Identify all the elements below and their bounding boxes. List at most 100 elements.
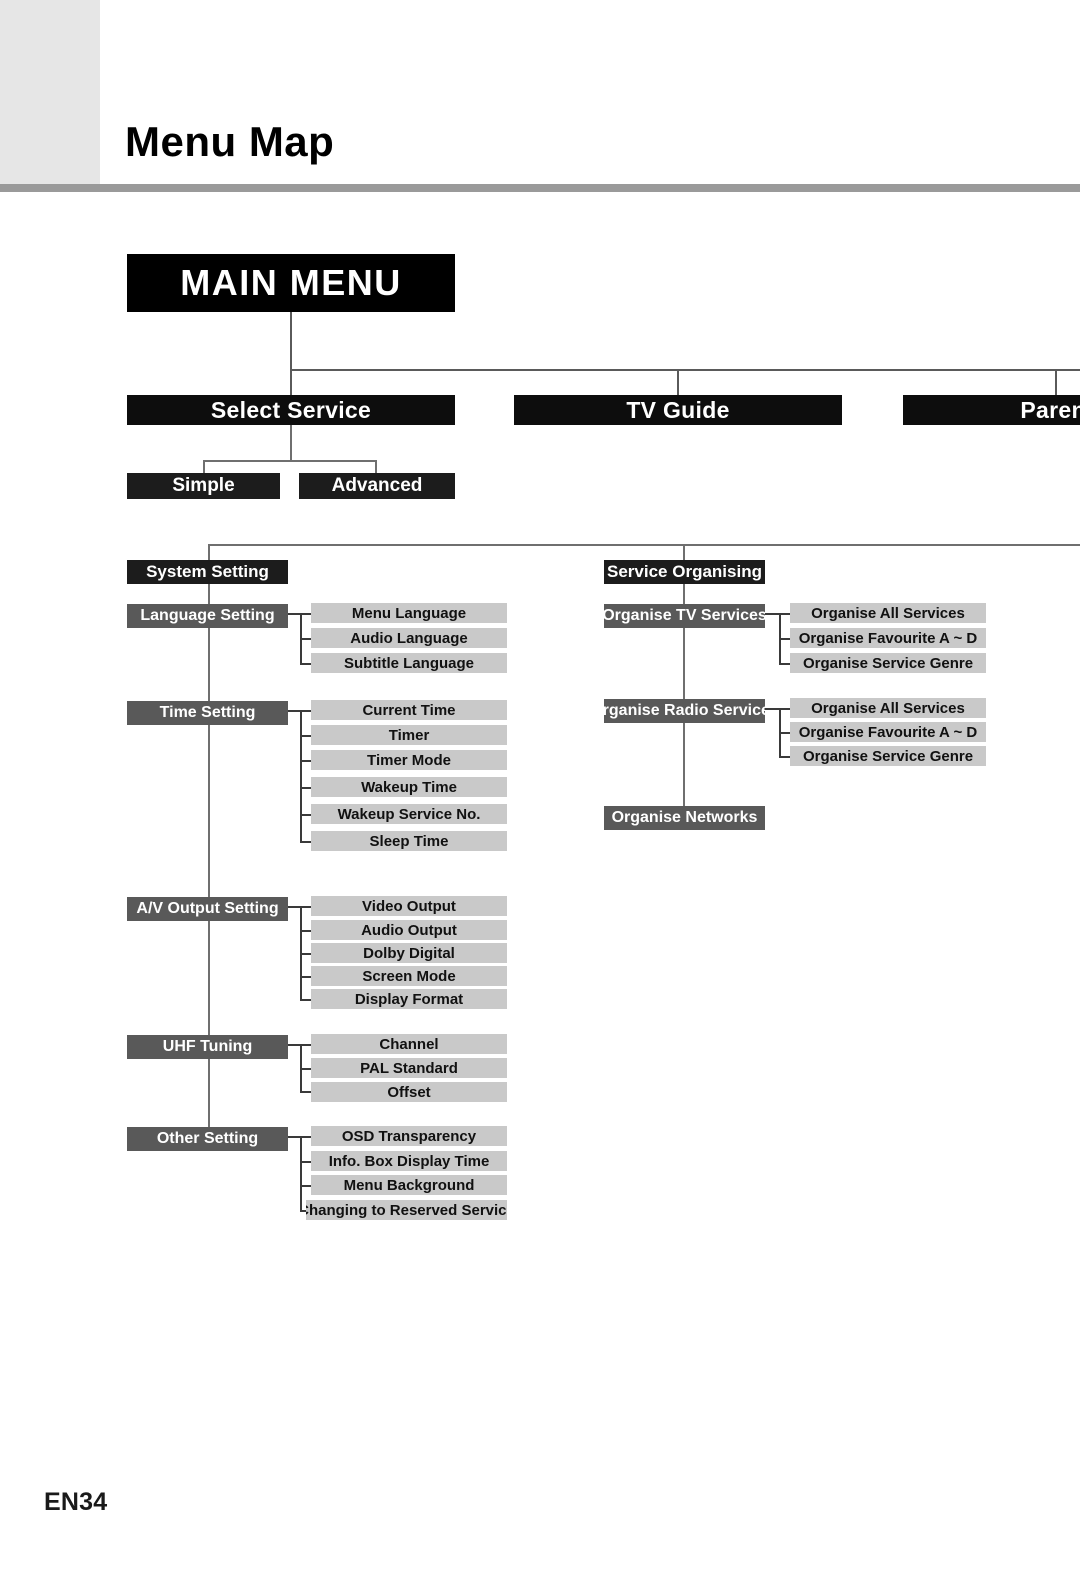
node-organise-tv-services-label: Organise TV Services: [604, 607, 765, 624]
leaf-label: Timer Mode: [367, 751, 451, 769]
connector-level1-bus: [290, 369, 1080, 371]
node-organise-networks[interactable]: Organise Networks: [604, 806, 765, 830]
leaf-wakeup-service-no[interactable]: Wakeup Service No.: [311, 804, 507, 824]
node-organise-radio-services[interactable]: Organise Radio Services: [604, 699, 765, 723]
node-language-setting-label: Language Setting: [140, 607, 275, 624]
connector-organise-radio-entry: [765, 708, 790, 710]
leaf-label: Changing to Reserved Service: [306, 1201, 507, 1219]
connector-drop-select-service: [290, 369, 292, 395]
leaf-label: Timer: [388, 726, 430, 744]
connector-drop-tv-guide: [677, 369, 679, 395]
node-system-setting[interactable]: System Setting: [127, 560, 288, 584]
connector-select-service-stem: [290, 425, 292, 461]
leaf-screen-mode[interactable]: Screen Mode: [311, 966, 507, 986]
node-simple-label: Simple: [172, 475, 235, 496]
connector-leaf-tick: [300, 841, 311, 843]
leaf-label: Subtitle Language: [343, 654, 474, 672]
node-main-menu[interactable]: MAIN MENU: [127, 254, 455, 312]
connector-av-output-entry: [288, 906, 311, 908]
leaf-label: Menu Background: [343, 1176, 475, 1194]
node-parental[interactable]: Parental: [903, 395, 1080, 425]
leaf-offset[interactable]: Offset: [311, 1082, 507, 1102]
connector-leaf-tick: [779, 756, 790, 758]
leaf-subtitle-language[interactable]: Subtitle Language: [311, 653, 507, 673]
connector-drop-service-organising: [683, 544, 685, 560]
node-tv-guide[interactable]: TV Guide: [514, 395, 842, 425]
leaf-audio-output[interactable]: Audio Output: [311, 920, 507, 940]
leaf-label: Organise Favourite A ~ D: [798, 629, 978, 647]
connector-leaf-tick: [300, 638, 311, 640]
node-time-setting[interactable]: Time Setting: [127, 701, 288, 725]
leaf-label: Organise Favourite A ~ D: [798, 723, 978, 741]
connector-leaf-tick: [300, 1161, 311, 1163]
node-organise-networks-label: Organise Networks: [611, 809, 758, 826]
leaf-menu-language[interactable]: Menu Language: [311, 603, 507, 623]
header-divider-rule: [0, 184, 1080, 192]
leaf-label: Wakeup Time: [361, 778, 457, 796]
leaf-organise-favourite-tv[interactable]: Organise Favourite A ~ D: [790, 628, 986, 648]
node-av-output-setting[interactable]: A/V Output Setting: [127, 897, 288, 921]
leaf-timer-mode[interactable]: Timer Mode: [311, 750, 507, 770]
connector-leaf-tick: [300, 760, 311, 762]
leaf-organise-all-services-radio[interactable]: Organise All Services: [790, 698, 986, 718]
page-title: Menu Map: [125, 118, 335, 165]
connector-leaf-tick: [300, 953, 311, 955]
connector-leaf-tick: [300, 814, 311, 816]
leaf-current-time[interactable]: Current Time: [311, 700, 507, 720]
leaf-timer[interactable]: Timer: [311, 725, 507, 745]
leaf-organise-favourite-radio[interactable]: Organise Favourite A ~ D: [790, 722, 986, 742]
leaf-label: Organise All Services: [811, 604, 965, 622]
connector-time-setting-spine: [300, 710, 302, 842]
node-parental-label: Parental: [1020, 396, 1080, 423]
node-time-setting-label: Time Setting: [159, 704, 256, 721]
leaf-display-format[interactable]: Display Format: [311, 989, 507, 1009]
leaf-label: Channel: [379, 1035, 439, 1053]
connector-leaf-tick: [300, 999, 311, 1001]
leaf-wakeup-time[interactable]: Wakeup Time: [311, 777, 507, 797]
leaf-organise-all-services-tv[interactable]: Organise All Services: [790, 603, 986, 623]
leaf-organise-service-genre-radio[interactable]: Organise Service Genre: [790, 746, 986, 766]
node-av-output-setting-label: A/V Output Setting: [136, 900, 279, 917]
header-corner-block: [0, 0, 100, 184]
connector-leaf-tick: [779, 663, 790, 665]
leaf-video-output[interactable]: Video Output: [311, 896, 507, 916]
leaf-label: Sleep Time: [369, 832, 449, 850]
leaf-label: Offset: [387, 1083, 431, 1101]
leaf-label: Display Format: [354, 990, 464, 1008]
node-uhf-tuning-label: UHF Tuning: [162, 1038, 253, 1055]
node-service-organising[interactable]: Service Organising: [604, 560, 765, 584]
node-advanced[interactable]: Advanced: [299, 473, 455, 499]
leaf-label: OSD Transparency: [341, 1127, 477, 1145]
leaf-changing-to-reserved-service[interactable]: Changing to Reserved Service: [306, 1200, 507, 1220]
node-organise-tv-services[interactable]: Organise TV Services: [604, 604, 765, 628]
connector-sections-bus: [208, 544, 1080, 546]
node-advanced-label: Advanced: [331, 475, 423, 496]
leaf-menu-background[interactable]: Menu Background: [311, 1175, 507, 1195]
leaf-info-box-display-time[interactable]: Info. Box Display Time: [311, 1151, 507, 1171]
leaf-sleep-time[interactable]: Sleep Time: [311, 831, 507, 851]
leaf-dolby-digital[interactable]: Dolby Digital: [311, 943, 507, 963]
menu-map-page: Menu Map MAIN MENU Select Service TV Gui…: [0, 0, 1080, 1584]
connector-drop-parental: [1055, 369, 1057, 395]
leaf-pal-standard[interactable]: PAL Standard: [311, 1058, 507, 1078]
leaf-channel[interactable]: Channel: [311, 1034, 507, 1054]
node-main-menu-label: MAIN MENU: [180, 262, 402, 303]
leaf-organise-service-genre-tv[interactable]: Organise Service Genre: [790, 653, 986, 673]
connector-root-stem: [290, 312, 292, 370]
node-select-service[interactable]: Select Service: [127, 395, 455, 425]
connector-select-service-bus: [203, 460, 377, 462]
node-simple[interactable]: Simple: [127, 473, 280, 499]
leaf-osd-transparency[interactable]: OSD Transparency: [311, 1126, 507, 1146]
connector-leaf-tick: [300, 1091, 311, 1093]
node-uhf-tuning[interactable]: UHF Tuning: [127, 1035, 288, 1059]
connector-uhf-tuning-entry: [288, 1044, 311, 1046]
leaf-audio-language[interactable]: Audio Language: [311, 628, 507, 648]
leaf-label: Menu Language: [351, 604, 467, 622]
connector-leaf-tick: [779, 638, 790, 640]
leaf-label: Audio Output: [361, 921, 457, 939]
node-other-setting[interactable]: Other Setting: [127, 1127, 288, 1151]
node-language-setting[interactable]: Language Setting: [127, 604, 288, 628]
node-tv-guide-label: TV Guide: [626, 396, 730, 423]
leaf-label: Organise Service Genre: [802, 747, 974, 765]
node-service-organising-label: Service Organising: [607, 562, 762, 581]
